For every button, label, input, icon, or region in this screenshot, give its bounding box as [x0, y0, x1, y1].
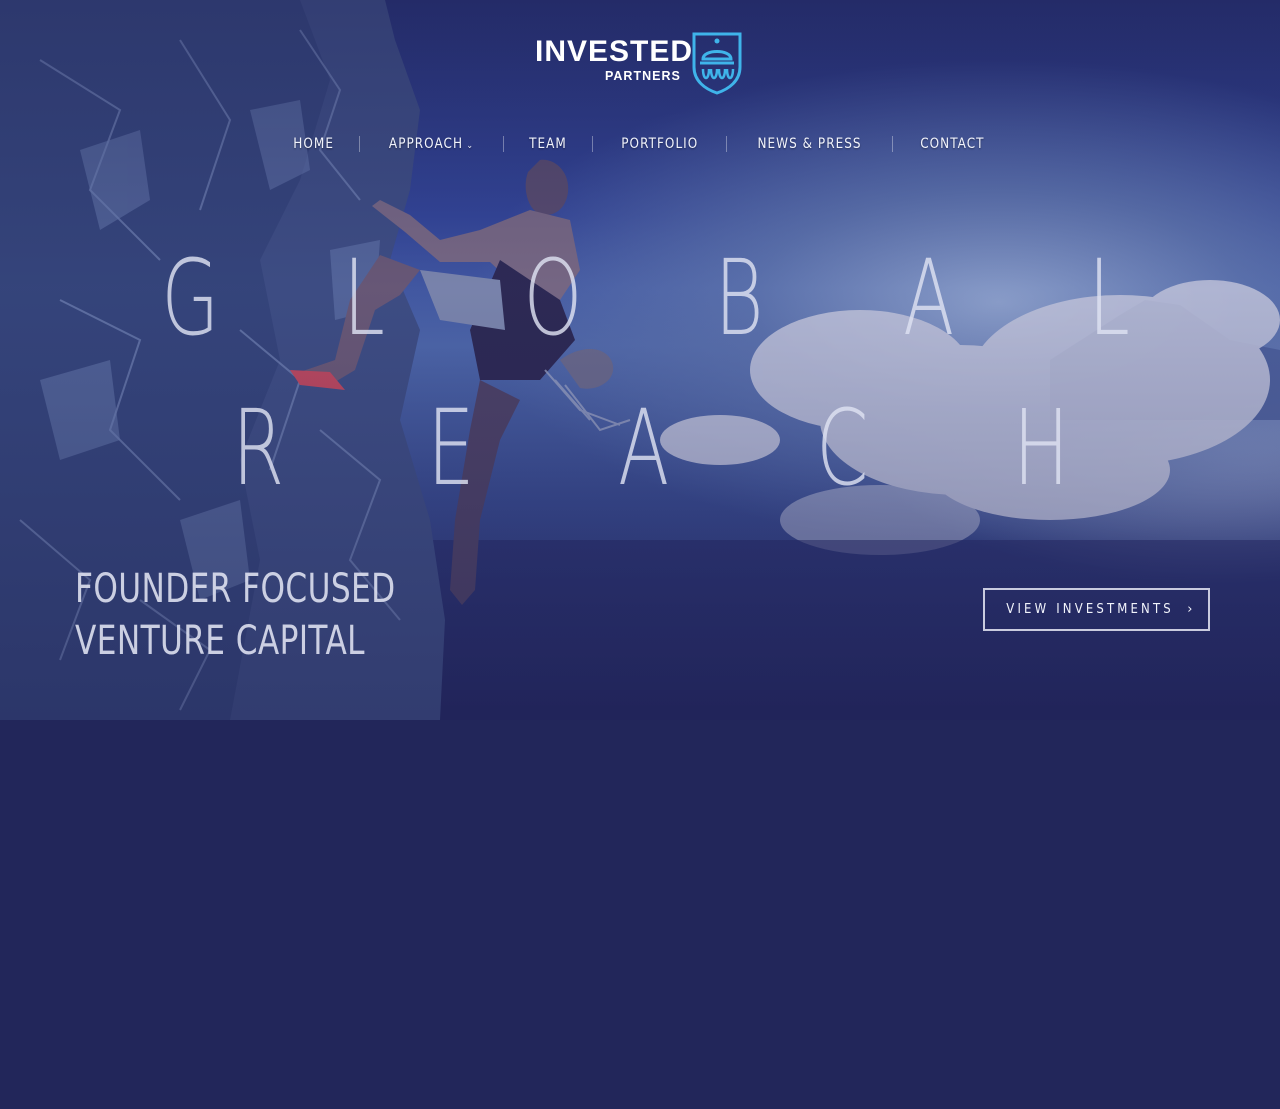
view-investments-label: VIEW INVESTMENTS	[1006, 602, 1174, 617]
hero-letter: E	[427, 387, 475, 509]
tagline-line1: FOUNDER FOCUSED	[75, 566, 396, 612]
nav-team[interactable]: TEAM	[529, 136, 567, 152]
hero-headline-line1: G L O B A L	[0, 238, 1280, 358]
chevron-right-icon: ›	[1187, 602, 1196, 617]
hero-letter: B	[714, 237, 764, 359]
view-investments-button[interactable]: VIEW INVESTMENTS ›	[983, 588, 1210, 631]
nav-contact-label: CONTACT	[920, 136, 985, 152]
brand-subname: PARTNERS	[605, 69, 681, 83]
nav-team-label: TEAM	[529, 136, 567, 152]
hero-letter: C	[816, 387, 869, 509]
brand-name: INVESTED	[535, 35, 694, 68]
hero-letter: A	[902, 237, 955, 359]
hero-letter: L	[343, 237, 385, 359]
hero-letter: G	[161, 237, 220, 359]
tagline: FOUNDER FOCUSED VENTURE CAPITAL	[75, 563, 396, 667]
nav-portfolio-label: PORTFOLIO	[620, 136, 698, 152]
hero-letter: L	[1088, 237, 1130, 359]
nav-contact[interactable]: CONTACT	[920, 136, 984, 152]
nav-divider	[359, 136, 361, 152]
brand-logo[interactable]: INVESTED PARTNERS	[535, 31, 745, 95]
nav-divider	[503, 136, 505, 152]
nav-home[interactable]: HOME	[293, 136, 334, 152]
nav-divider	[726, 136, 728, 152]
nav-divider	[591, 136, 593, 152]
shield-cloche-icon	[692, 32, 742, 95]
nav-portfolio[interactable]: PORTFOLIO	[621, 136, 698, 152]
chevron-down-icon: ⌄	[466, 141, 475, 151]
nav-approach-label: APPROACH	[389, 136, 464, 152]
nav-news-press-label: NEWS & PRESS	[757, 136, 862, 152]
nav-approach[interactable]: APPROACH ⌄	[389, 136, 474, 152]
hero-letter: H	[1012, 387, 1070, 509]
hero-headline-line2: R E A C H	[0, 388, 1280, 508]
nav-news-press[interactable]: NEWS & PRESS	[758, 136, 862, 152]
nav-home-label: HOME	[293, 136, 334, 152]
hero-letter: R	[232, 387, 285, 509]
hero-letter: A	[617, 387, 670, 509]
tagline-line2: VENTURE CAPITAL	[75, 618, 365, 664]
nav-divider	[892, 136, 894, 152]
hero-letter: O	[523, 237, 583, 359]
main-nav: HOME APPROACH ⌄ TEAM PORTFOLIO NEWS & PRE…	[290, 130, 990, 158]
